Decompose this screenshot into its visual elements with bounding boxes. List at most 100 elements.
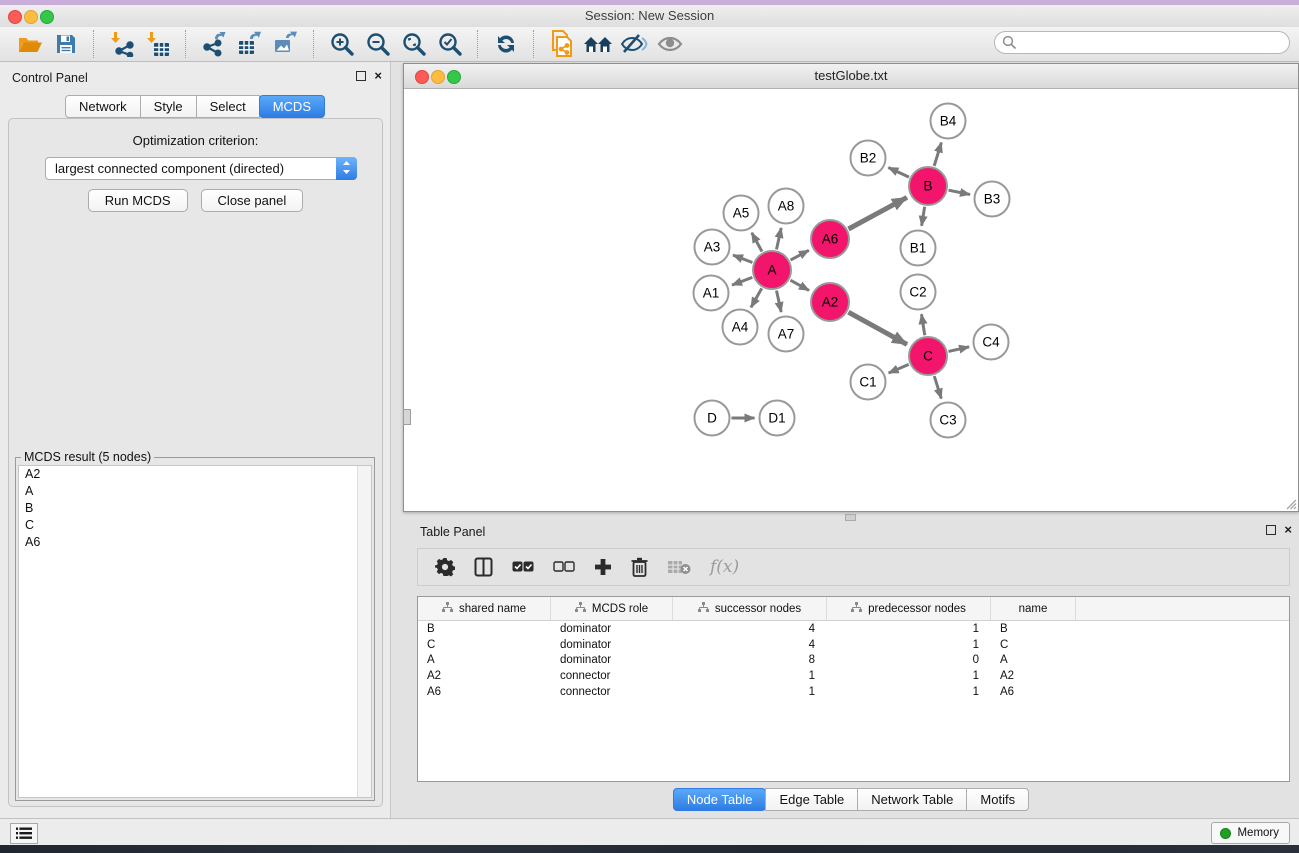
network-window-titlebar[interactable]: testGlobe.txt	[404, 64, 1298, 89]
network-edge-A-A4[interactable]	[751, 288, 762, 307]
table-row-A2[interactable]: A2connector11A2	[418, 668, 1289, 684]
float-table-panel-icon[interactable]	[1266, 525, 1276, 535]
network-edge-A-A7[interactable]	[776, 291, 781, 313]
network-node-A1[interactable]: A1	[694, 276, 729, 311]
zoom-selected-button[interactable]	[432, 29, 468, 59]
network-edge-C-C2[interactable]	[921, 314, 924, 335]
network-node-A[interactable]: A	[753, 251, 791, 289]
result-list-item[interactable]: A6	[19, 534, 371, 551]
result-list-scrollbar[interactable]	[357, 466, 371, 797]
deselect-all-rows-button[interactable]	[553, 555, 575, 579]
node-table[interactable]: shared nameMCDS rolesuccessor nodesprede…	[417, 596, 1290, 782]
result-list-item[interactable]: B	[19, 500, 371, 517]
network-edge-A2-C[interactable]	[848, 312, 907, 344]
network-canvas[interactable]: B4B2BB3A5A8A6A3B1AA1C2A2A4A7C4CC1DD1C3	[404, 88, 1298, 511]
network-node-C[interactable]: C	[909, 337, 947, 375]
network-edge-C-C3[interactable]	[934, 376, 941, 398]
close-panel-icon[interactable]: ×	[374, 71, 382, 81]
import-network-button[interactable]	[104, 29, 140, 59]
network-edge-B-B1[interactable]	[922, 207, 925, 226]
network-edge-B-B2[interactable]	[888, 168, 909, 178]
network-node-B1[interactable]: B1	[901, 231, 936, 266]
network-edge-C-C4[interactable]	[948, 347, 969, 352]
memory-button[interactable]: Memory	[1211, 822, 1290, 844]
export-table-button[interactable]	[232, 29, 268, 59]
close-panel-button[interactable]: Close panel	[201, 189, 304, 212]
result-list-item[interactable]: C	[19, 517, 371, 534]
network-node-C3[interactable]: C3	[931, 403, 966, 438]
network-node-A2[interactable]: A2	[811, 283, 849, 321]
network-edge-C-C1[interactable]	[889, 364, 909, 373]
run-mcds-button[interactable]: Run MCDS	[88, 189, 188, 212]
duplicate-network-button[interactable]	[544, 29, 580, 59]
apply-layout-button[interactable]	[488, 29, 524, 59]
zoom-in-button[interactable]	[324, 29, 360, 59]
network-edge-B-B4[interactable]	[934, 143, 941, 166]
column-header-name[interactable]: name	[991, 597, 1076, 620]
network-edge-B-B3[interactable]	[949, 190, 970, 194]
network-node-D[interactable]: D	[695, 401, 730, 436]
result-list-item[interactable]: A	[19, 483, 371, 500]
zoom-out-button[interactable]	[360, 29, 396, 59]
search-input[interactable]	[994, 31, 1290, 54]
close-table-panel-icon[interactable]: ×	[1284, 525, 1292, 535]
network-node-A7[interactable]: A7	[769, 317, 804, 352]
column-header-shared-name[interactable]: shared name	[418, 597, 551, 620]
tab-style[interactable]: Style	[140, 95, 197, 118]
network-edge-A6-B[interactable]	[848, 197, 906, 229]
network-node-C1[interactable]: C1	[851, 365, 886, 400]
network-edge-A-A1[interactable]	[732, 277, 752, 285]
column-header-MCDS-role[interactable]: MCDS role	[551, 597, 673, 620]
export-network-button[interactable]	[196, 29, 232, 59]
tab-network[interactable]: Network	[65, 95, 141, 118]
tab-select[interactable]: Select	[196, 95, 260, 118]
export-image-button[interactable]	[268, 29, 304, 59]
network-node-A5[interactable]: A5	[724, 196, 759, 231]
network-node-A6[interactable]: A6	[811, 220, 849, 258]
column-visibility-button[interactable]	[474, 555, 493, 579]
network-node-D1[interactable]: D1	[760, 401, 795, 436]
table-row-B[interactable]: Bdominator41B	[418, 621, 1289, 637]
delete-column-button[interactable]	[631, 555, 648, 579]
table-settings-button[interactable]	[435, 555, 455, 579]
tab-network-table[interactable]: Network Table	[857, 788, 967, 811]
table-row-A6[interactable]: A6connector11A6	[418, 684, 1289, 700]
open-file-button[interactable]	[12, 29, 48, 59]
hide-selected-button[interactable]	[616, 29, 652, 59]
network-node-B[interactable]: B	[909, 167, 947, 205]
tab-motifs[interactable]: Motifs	[966, 788, 1029, 811]
float-panel-icon[interactable]	[356, 71, 366, 81]
network-edge-A-A3[interactable]	[733, 255, 752, 262]
criterion-select[interactable]: largest connected component (directed)	[45, 157, 357, 180]
add-column-button[interactable]	[594, 555, 612, 579]
tab-mcds[interactable]: MCDS	[259, 95, 325, 118]
show-panels-list-button[interactable]	[10, 823, 38, 844]
network-node-C2[interactable]: C2	[901, 275, 936, 310]
table-row-A[interactable]: Adominator80A	[418, 653, 1289, 669]
zoom-fit-button[interactable]	[396, 29, 432, 59]
function-builder-button[interactable]: f(x)	[710, 555, 739, 579]
first-neighbors-button[interactable]	[580, 29, 616, 59]
network-node-A4[interactable]: A4	[723, 310, 758, 345]
network-node-A8[interactable]: A8	[769, 189, 804, 224]
import-table-button[interactable]	[140, 29, 176, 59]
tab-edge-table[interactable]: Edge Table	[765, 788, 858, 811]
result-list-item[interactable]: A2	[19, 466, 371, 483]
column-header-predecessor-nodes[interactable]: predecessor nodes	[827, 597, 991, 620]
table-row-C[interactable]: Cdominator41C	[418, 637, 1289, 653]
select-all-rows-button[interactable]	[512, 555, 534, 579]
network-node-A3[interactable]: A3	[695, 230, 730, 265]
save-session-button[interactable]	[48, 29, 84, 59]
panel-splitter-handle[interactable]	[403, 409, 411, 425]
network-node-B3[interactable]: B3	[975, 182, 1010, 217]
delete-table-button[interactable]	[667, 555, 691, 579]
network-edge-A-A6[interactable]	[791, 250, 809, 260]
show-all-button[interactable]	[652, 29, 688, 59]
network-edge-A-A8[interactable]	[776, 228, 781, 250]
tab-node-table[interactable]: Node Table	[673, 788, 767, 811]
network-node-B4[interactable]: B4	[931, 104, 966, 139]
window-resize-grip[interactable]	[1284, 497, 1297, 510]
network-edge-A-A2[interactable]	[790, 280, 809, 290]
network-edge-A-A5[interactable]	[752, 233, 762, 252]
column-header-successor-nodes[interactable]: successor nodes	[673, 597, 827, 620]
